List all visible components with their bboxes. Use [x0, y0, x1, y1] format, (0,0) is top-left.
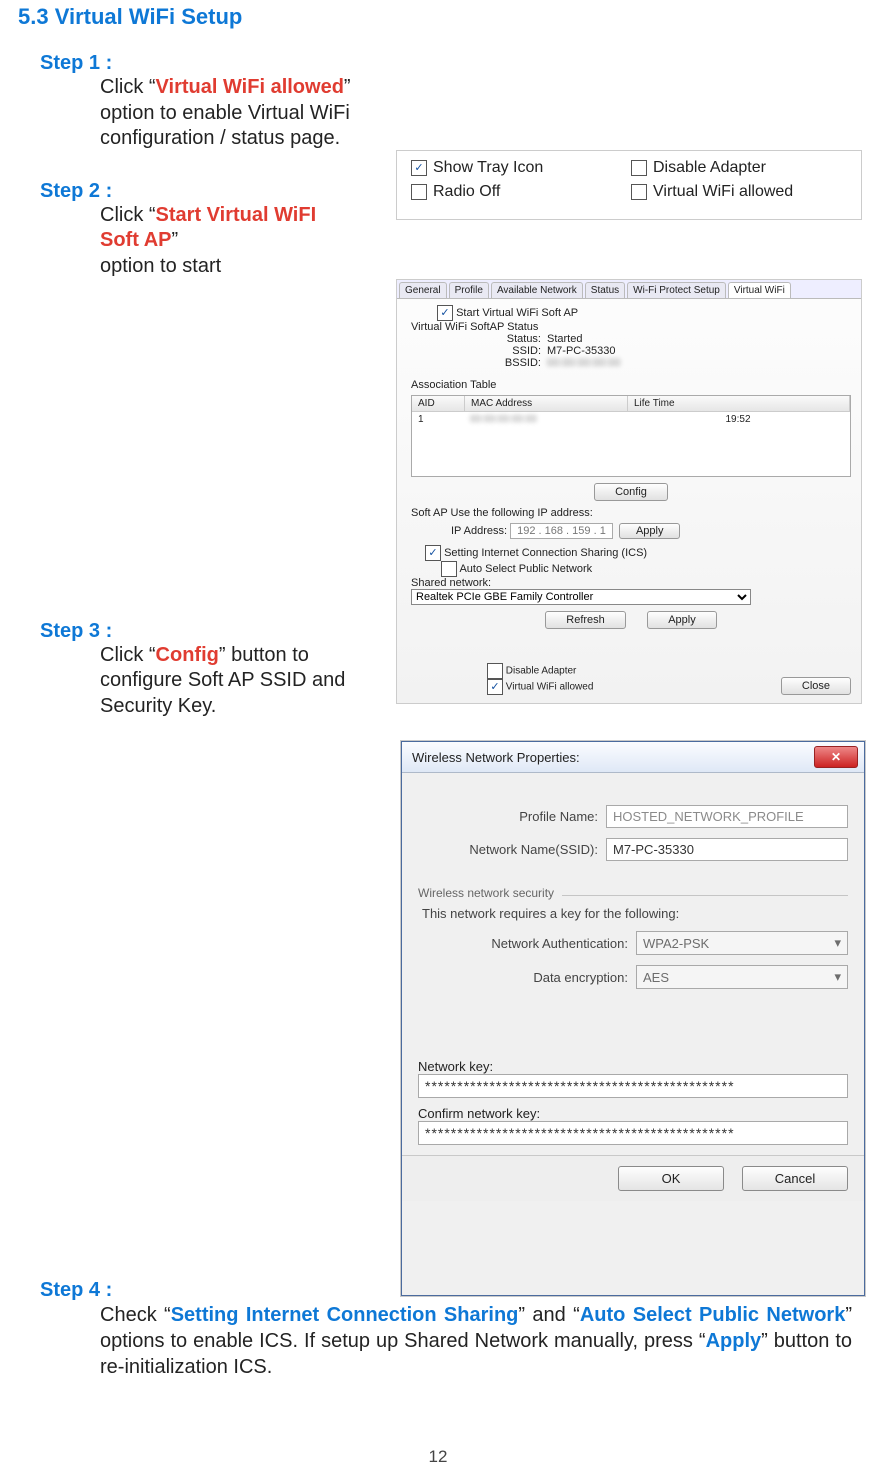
checkbox-label: Start Virtual WiFi Soft AP [456, 307, 578, 319]
text: ” [171, 229, 178, 251]
config-button[interactable]: Config [594, 483, 668, 501]
ssid-value: M7-PC-35330 [547, 345, 615, 357]
association-table: AID MAC Address Life Time 1 00:00:00:00:… [411, 395, 851, 477]
refresh-button[interactable]: Refresh [545, 611, 626, 629]
highlight: Setting Internet Connection Sharing [171, 1304, 519, 1326]
ssid-label: Network Name(SSID): [418, 842, 606, 857]
shared-network-select[interactable]: Realtek PCIe GBE Family Controller [411, 589, 751, 605]
text: Check “ [100, 1304, 171, 1326]
network-key-field[interactable]: ****************************************… [418, 1074, 848, 1098]
step-heading: Step 1 : [40, 52, 358, 75]
ip-apply-button[interactable]: Apply [619, 523, 681, 539]
ip-address-field[interactable]: 192 . 168 . 159 . 1 [510, 523, 613, 539]
cell-mac: 00:00:00:00:00 [464, 412, 626, 427]
security-group-label: Wireless network security [418, 886, 562, 900]
tray-options-panel: Show Tray Icon Disable Adapter Radio Off… [396, 150, 862, 220]
profile-name-field[interactable] [606, 805, 848, 828]
section-title: 5.3 Virtual WiFi Setup [18, 4, 852, 30]
auto-select-network-checkbox[interactable] [441, 561, 457, 577]
network-key-label: Network key: [418, 1059, 848, 1074]
chevron-down-icon: ▾ [834, 935, 841, 951]
step-heading: Step 3 : [40, 620, 358, 643]
checkbox-label: Auto Select Public Network [459, 563, 592, 575]
radio-off-checkbox[interactable] [411, 184, 427, 200]
encryption-label: Data encryption: [418, 970, 636, 985]
text: Click “ [100, 644, 156, 666]
cancel-button[interactable]: Cancel [742, 1166, 848, 1191]
step-3: Step 3 : Click “Config” button to config… [40, 620, 358, 720]
wireless-properties-dialog: Wireless Network Properties: ✕ Profile N… [401, 741, 865, 1296]
step-2: Step 2 : Click “Start Virtual WiFI Soft … [40, 180, 358, 280]
col-life-time: Life Time [628, 396, 850, 411]
disable-adapter-checkbox-2[interactable] [487, 663, 503, 679]
col-mac: MAC Address [465, 396, 628, 411]
tab-virtual-wifi[interactable]: Virtual WiFi [728, 282, 791, 298]
page-number: 12 [0, 1447, 876, 1467]
step-1: Step 1 : Click “Virtual WiFi allowed” op… [40, 52, 358, 152]
profile-name-label: Profile Name: [418, 809, 606, 824]
bssid-value: 00:00:00:00:00 [547, 357, 620, 369]
association-table-label: Association Table [411, 379, 851, 391]
tab-available-network[interactable]: Available Network [491, 282, 583, 298]
virtual-wifi-dialog: General Profile Available Network Status… [396, 279, 862, 704]
ssid-label: SSID: [471, 345, 541, 357]
ip-address-label: IP Address: [451, 525, 507, 537]
tab-status[interactable]: Status [585, 282, 625, 298]
confirm-key-label: Confirm network key: [418, 1106, 848, 1121]
ics-checkbox[interactable] [425, 545, 441, 561]
virtual-wifi-allowed-checkbox-2[interactable] [487, 679, 503, 695]
highlight: Apply [706, 1330, 762, 1352]
checkbox-label: Radio Off [433, 183, 500, 201]
text: ” and “ [518, 1304, 579, 1326]
checkbox-label: Virtual WiFi allowed [653, 183, 793, 201]
close-button[interactable]: Close [781, 677, 851, 695]
chevron-down-icon: ▾ [834, 969, 841, 985]
close-icon[interactable]: ✕ [814, 746, 858, 768]
highlight: Virtual WiFi allowed [156, 76, 344, 98]
cell-aid: 1 [412, 412, 464, 427]
text: option to start [100, 255, 221, 277]
checkbox-label: Setting Internet Connection Sharing (ICS… [444, 547, 647, 559]
virtual-wifi-allowed-checkbox[interactable] [631, 184, 647, 200]
ip-note: Soft AP Use the following IP address: [411, 507, 851, 519]
status-value: Started [547, 333, 582, 345]
softap-status-label: Virtual WiFi SoftAP Status [411, 321, 851, 333]
instruction-column: Step 1 : Click “Virtual WiFi allowed” op… [18, 52, 358, 719]
tab-bar: General Profile Available Network Status… [397, 280, 861, 299]
ok-button[interactable]: OK [618, 1166, 724, 1191]
highlight: Config [156, 644, 219, 666]
shared-network-label: Shared network: [411, 577, 851, 589]
auth-select[interactable]: WPA2-PSK▾ [636, 931, 848, 955]
ssid-field[interactable] [606, 838, 848, 861]
checkbox-label: Show Tray Icon [433, 159, 543, 177]
text: Click “ [100, 204, 156, 226]
status-label: Status: [471, 333, 541, 345]
bssid-label: BSSID: [471, 357, 541, 369]
disable-adapter-checkbox[interactable] [631, 160, 647, 176]
checkbox-label: Virtual WiFi allowed [506, 682, 594, 693]
tab-general[interactable]: General [399, 282, 447, 298]
start-virtual-wifi-checkbox[interactable] [437, 305, 453, 321]
checkbox-label: Disable Adapter [653, 159, 766, 177]
apply-button[interactable]: Apply [647, 611, 717, 629]
cell-life-time: 19:52 [626, 412, 850, 427]
show-tray-icon-checkbox[interactable] [411, 160, 427, 176]
text: Click “ [100, 76, 156, 98]
encryption-select[interactable]: AES▾ [636, 965, 848, 989]
auth-label: Network Authentication: [418, 936, 636, 951]
tab-wps[interactable]: Wi-Fi Protect Setup [627, 282, 726, 298]
col-aid: AID [412, 396, 465, 411]
confirm-key-field[interactable]: ****************************************… [418, 1121, 848, 1145]
step-heading: Step 2 : [40, 180, 358, 203]
table-row[interactable]: 1 00:00:00:00:00 19:52 [412, 412, 850, 427]
dialog-title: Wireless Network Properties: [412, 750, 580, 765]
checkbox-label: Disable Adapter [506, 666, 577, 677]
highlight: Auto Select Public Network [580, 1304, 846, 1326]
security-note: This network requires a key for the foll… [422, 906, 848, 921]
tab-profile[interactable]: Profile [449, 282, 489, 298]
